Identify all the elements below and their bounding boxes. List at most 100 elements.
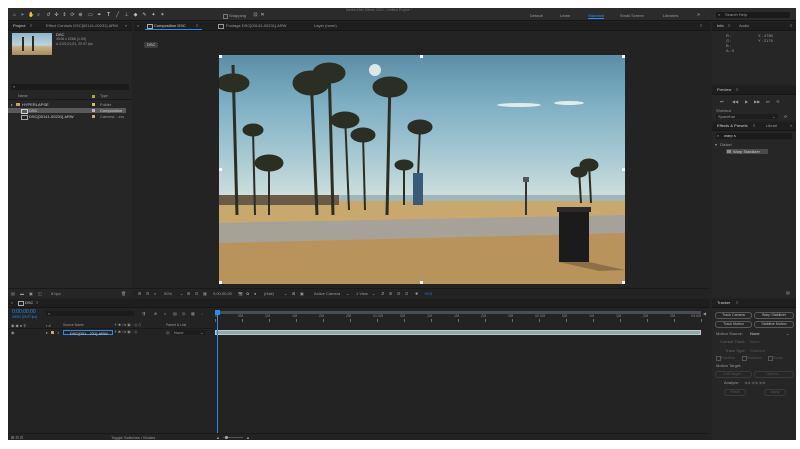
composition-menu-icon[interactable]: ≡	[196, 23, 198, 28]
workspace-default[interactable]: Default	[530, 13, 543, 18]
shy-layers-icon[interactable]: ◐	[164, 311, 166, 316]
effects-overflow-icon[interactable]: »	[790, 123, 792, 128]
resolution-dropdown[interactable]: (Half)	[264, 291, 274, 296]
project-item-footage[interactable]: DSC[00141-00231].ARW Camera ...ers	[8, 114, 126, 120]
timeline-zoom-thumb[interactable]	[225, 436, 228, 439]
zoom-dropdown[interactable]: 50%	[164, 291, 172, 296]
edit-target-button[interactable]: Edit Target...	[715, 371, 752, 378]
disclosure-arrow-icon[interactable]: ▸	[46, 330, 48, 335]
timeline-settings-icon[interactable]: ◌	[201, 311, 203, 316]
analyze-back-icon[interactable]: ◀◀ ◀ ▶ ▶▶	[744, 380, 766, 385]
search-help-field[interactable]: ⌕ Search Help	[716, 12, 790, 18]
puppet-pin-icon[interactable]: ✦	[151, 13, 156, 18]
new-composition-icon[interactable]: ▣	[29, 291, 33, 296]
frame-blending-icon[interactable]: ▤	[173, 311, 177, 316]
tab-footage[interactable]: Footage DSC[00141-00231].ARW	[226, 23, 286, 28]
tab-audio[interactable]: Audio	[739, 23, 749, 28]
effects-panel-add-icon[interactable]: ▤	[786, 290, 790, 295]
options-button[interactable]: Options...	[754, 371, 794, 378]
viewer-overflow-icon[interactable]: ≡	[700, 23, 702, 28]
motion-source-value[interactable]: None	[750, 331, 760, 336]
tab-project[interactable]: Project	[13, 23, 25, 28]
tab-layer[interactable]: Layer (none)	[314, 23, 337, 28]
region-of-interest-icon[interactable]: ⊡	[195, 291, 198, 296]
chevron-down-icon[interactable]: ⌄	[372, 291, 375, 296]
timeline-search-input[interactable]: ⌕	[46, 311, 134, 316]
label-column-icon[interactable]: ▪ #	[46, 323, 51, 328]
apply-button[interactable]: Apply	[764, 389, 786, 396]
previous-frame-icon[interactable]: ◀◀	[732, 99, 738, 104]
next-frame-icon[interactable]: ▶▶	[754, 99, 760, 104]
clone-stamp-icon[interactable]: ⊥	[124, 13, 129, 18]
orbit-camera-icon[interactable]: ↺	[46, 13, 51, 18]
snap-feature-icon[interactable]: ✕	[260, 13, 265, 18]
puppet-tool-icon[interactable]: ✶	[160, 13, 165, 18]
column-type[interactable]: Type	[100, 94, 108, 99]
project-menu-icon[interactable]: ≡	[30, 23, 32, 28]
timeline-menu-icon[interactable]: ≡	[36, 300, 38, 305]
effects-menu-icon[interactable]: ≡	[753, 123, 755, 128]
fast-previews-icon[interactable]: ⊠	[292, 291, 295, 296]
effects-category[interactable]: Distort	[720, 142, 732, 147]
dolly-camera-icon[interactable]: ⇕	[62, 13, 67, 18]
graph-editor-icon[interactable]: ▦	[191, 311, 195, 316]
tab-info[interactable]: Info	[717, 23, 724, 28]
frame-handle[interactable]	[219, 281, 222, 284]
workspace-libraries[interactable]: Libraries	[663, 13, 678, 18]
rotate-tool-icon[interactable]: ⟳	[70, 13, 75, 18]
render-icon[interactable]: ⊞	[389, 291, 392, 296]
toggle-switches-modes[interactable]: Toggle Switches / Modes	[111, 435, 155, 440]
effects-result-item[interactable]: Warp Stabilizer	[726, 149, 768, 154]
info-menu-icon[interactable]: ≡	[728, 23, 730, 28]
playhead-handle[interactable]	[215, 310, 220, 315]
transparency-grid-icon[interactable]: ▦	[203, 291, 207, 296]
column-parent-link[interactable]: Parent & Link	[166, 323, 186, 328]
zoom-in-icon[interactable]: ▲	[246, 435, 250, 440]
first-frame-icon[interactable]: ⏮	[720, 99, 724, 104]
project-item-folder[interactable]: ▸ HYPERLAPSE Folder	[8, 102, 126, 107]
safe-margins-icon[interactable]: ⊞	[187, 291, 190, 296]
timeline-end-marker-icon[interactable]: ◀	[703, 311, 706, 316]
column-name[interactable]: Name	[18, 94, 28, 99]
last-frame-icon[interactable]: ⏭	[766, 99, 770, 104]
viewer-close-icon[interactable]: ×	[137, 23, 139, 28]
tab-effects-presets[interactable]: Effects & Presets	[717, 123, 748, 128]
tracker-menu-icon[interactable]: ≡	[736, 300, 738, 305]
chevron-down-icon[interactable]: ⌄	[786, 331, 789, 336]
current-track-value[interactable]: None	[750, 339, 760, 344]
layer-duration-bar[interactable]	[215, 330, 701, 335]
frame-handle[interactable]	[219, 168, 222, 171]
bpc-label[interactable]: 8 bpc	[51, 291, 61, 296]
comp-mini-flowchart-icon[interactable]: ⇶	[142, 311, 145, 316]
new-folder-icon[interactable]: ▬	[20, 291, 24, 296]
snapping-checkbox[interactable]	[223, 14, 228, 19]
workspace-learn[interactable]: Learn	[560, 13, 570, 18]
preview-menu-icon[interactable]: ≡	[736, 87, 738, 92]
column-source-name[interactable]: Source Name	[63, 323, 84, 328]
tab-effect-controls[interactable]: Effect Controls DSC[00141-00231].ARW	[46, 23, 118, 28]
tab-libraries[interactable]: Librari	[766, 123, 777, 128]
delete-item-icon[interactable]: 🗑	[121, 291, 126, 296]
play-icon[interactable]: ▶	[745, 99, 748, 104]
project-panel-overflow-icon[interactable]: »	[125, 23, 127, 28]
av-switches-icon[interactable]: ◉ ◆ ● ⚲	[11, 323, 26, 328]
zoom-tool-icon[interactable]: ⌕	[36, 13, 41, 18]
frame-handle[interactable]	[622, 281, 625, 284]
tab-timeline[interactable]: DSC	[25, 300, 33, 305]
camera-dropdown[interactable]: Active Camera	[314, 291, 340, 296]
interpret-footage-icon[interactable]: ▤	[11, 291, 15, 296]
type-tool-icon[interactable]: T	[106, 13, 111, 18]
layer-switches-toggle-icon[interactable]: ⊞ ⊟ ⊡	[11, 435, 23, 440]
visibility-icon[interactable]: ◉	[11, 330, 15, 335]
pen-tool-icon[interactable]: ✒	[97, 13, 102, 18]
eraser-tool-icon[interactable]: ◆	[133, 13, 138, 18]
hand-tool-icon[interactable]: ✋	[28, 13, 34, 18]
chevron-down-icon[interactable]: ⌄	[284, 291, 287, 296]
snapshot-icon[interactable]: 📷	[238, 291, 243, 296]
home-icon[interactable]: ⌂	[12, 13, 17, 18]
shortcut-dropdown[interactable]: Spacebar ⌄	[716, 114, 778, 119]
frame-handle[interactable]	[219, 55, 222, 58]
zoom-out-icon[interactable]: ▲	[216, 435, 220, 440]
stabilize-motion-button[interactable]: Stabilize Motion	[754, 321, 794, 328]
project-item-composition[interactable]: DSC Composition	[8, 108, 126, 114]
